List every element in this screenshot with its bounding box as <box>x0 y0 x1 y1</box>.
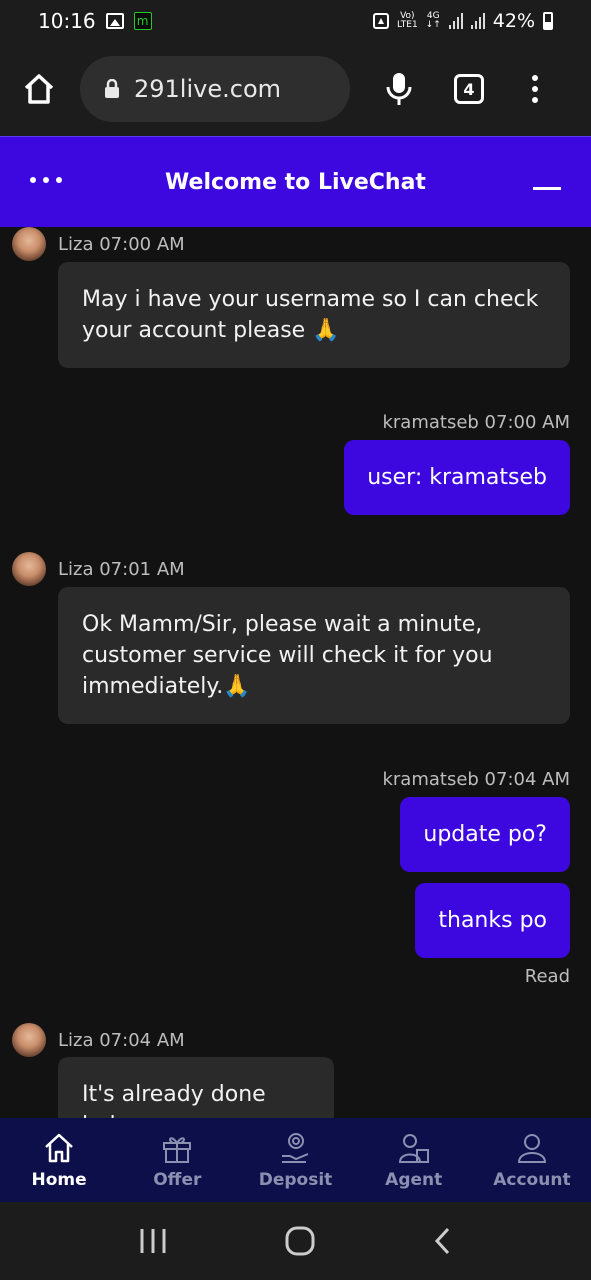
chat-header: Welcome to LiveChat <box>0 136 591 227</box>
nav-account[interactable]: Account <box>473 1118 591 1202</box>
agent-avatar <box>12 1023 46 1057</box>
more-menu-icon[interactable] <box>532 75 538 103</box>
agent-avatar <box>12 227 46 261</box>
user-message-bubble: update po? <box>400 797 570 872</box>
nav-home[interactable]: Home <box>0 1118 118 1202</box>
volte-indicator: Vo) LTE1 <box>396 11 418 30</box>
system-navigation-bar <box>0 1202 591 1280</box>
read-receipt: Read <box>524 966 570 987</box>
browser-toolbar: 291live.com 4 <box>0 42 591 136</box>
signal-2-icon <box>470 13 485 29</box>
gift-icon <box>163 1137 192 1163</box>
tab-switcher-button[interactable]: 4 <box>454 74 484 104</box>
chat-title: Welcome to LiveChat <box>165 169 426 195</box>
bottom-navigation: Home Offer Deposit Agent Account <box>0 1118 591 1202</box>
lock-icon <box>105 79 119 98</box>
user-message-bubble: user: kramatseb <box>344 440 570 515</box>
home-icon[interactable] <box>22 73 56 105</box>
minimize-icon[interactable] <box>533 187 561 190</box>
user-message-bubble: thanks po <box>415 883 570 958</box>
agent-message-bubble: Ok Mamm/Sir, please wait a minute, custo… <box>58 587 570 724</box>
app-notification-icon: m <box>133 12 152 30</box>
agent-message-meta: Liza 07:01 AM <box>12 552 185 586</box>
nav-deposit[interactable]: Deposit <box>236 1118 354 1202</box>
recent-apps-icon[interactable] <box>138 1227 168 1255</box>
agent-message-bubble: May i have your username so I can check … <box>58 262 570 368</box>
battery-icon <box>543 12 553 30</box>
alarm-icon <box>372 13 389 29</box>
url-text: 291live.com <box>134 75 281 103</box>
chat-messages[interactable]: Liza 07:00 AM May i have your username s… <box>0 227 591 1118</box>
nav-agent[interactable]: Agent <box>355 1118 473 1202</box>
address-bar[interactable]: 291live.com <box>80 56 350 122</box>
deposit-icon <box>281 1133 308 1163</box>
nav-offer[interactable]: Offer <box>118 1118 236 1202</box>
battery-percent: 42% <box>492 10 535 32</box>
agent-message-meta: Liza 07:00 AM <box>12 227 185 261</box>
user-message-meta: kramatseb 07:00 AM <box>382 412 570 433</box>
agent-avatar <box>12 552 46 586</box>
home-button-icon[interactable] <box>284 1225 316 1257</box>
signal-1-icon <box>448 13 463 29</box>
user-message-meta: kramatseb 07:04 AM <box>382 769 570 790</box>
agent-message-bubble: It's already done lods <box>58 1057 334 1118</box>
agent-message-meta: Liza 07:04 AM <box>12 1023 185 1057</box>
agent-icon <box>398 1134 429 1163</box>
gallery-notification-icon <box>105 13 124 29</box>
status-time: 10:16 <box>38 9 96 33</box>
account-icon <box>517 1134 546 1163</box>
back-icon[interactable] <box>433 1226 453 1256</box>
home-icon <box>45 1133 73 1163</box>
microphone-icon[interactable] <box>386 72 412 106</box>
chat-menu-icon[interactable] <box>30 177 62 183</box>
network-type-indicator: 4G ↓↑ <box>425 11 441 30</box>
status-bar: 10:16 m Vo) LTE1 4G ↓↑ 42% <box>0 0 591 42</box>
